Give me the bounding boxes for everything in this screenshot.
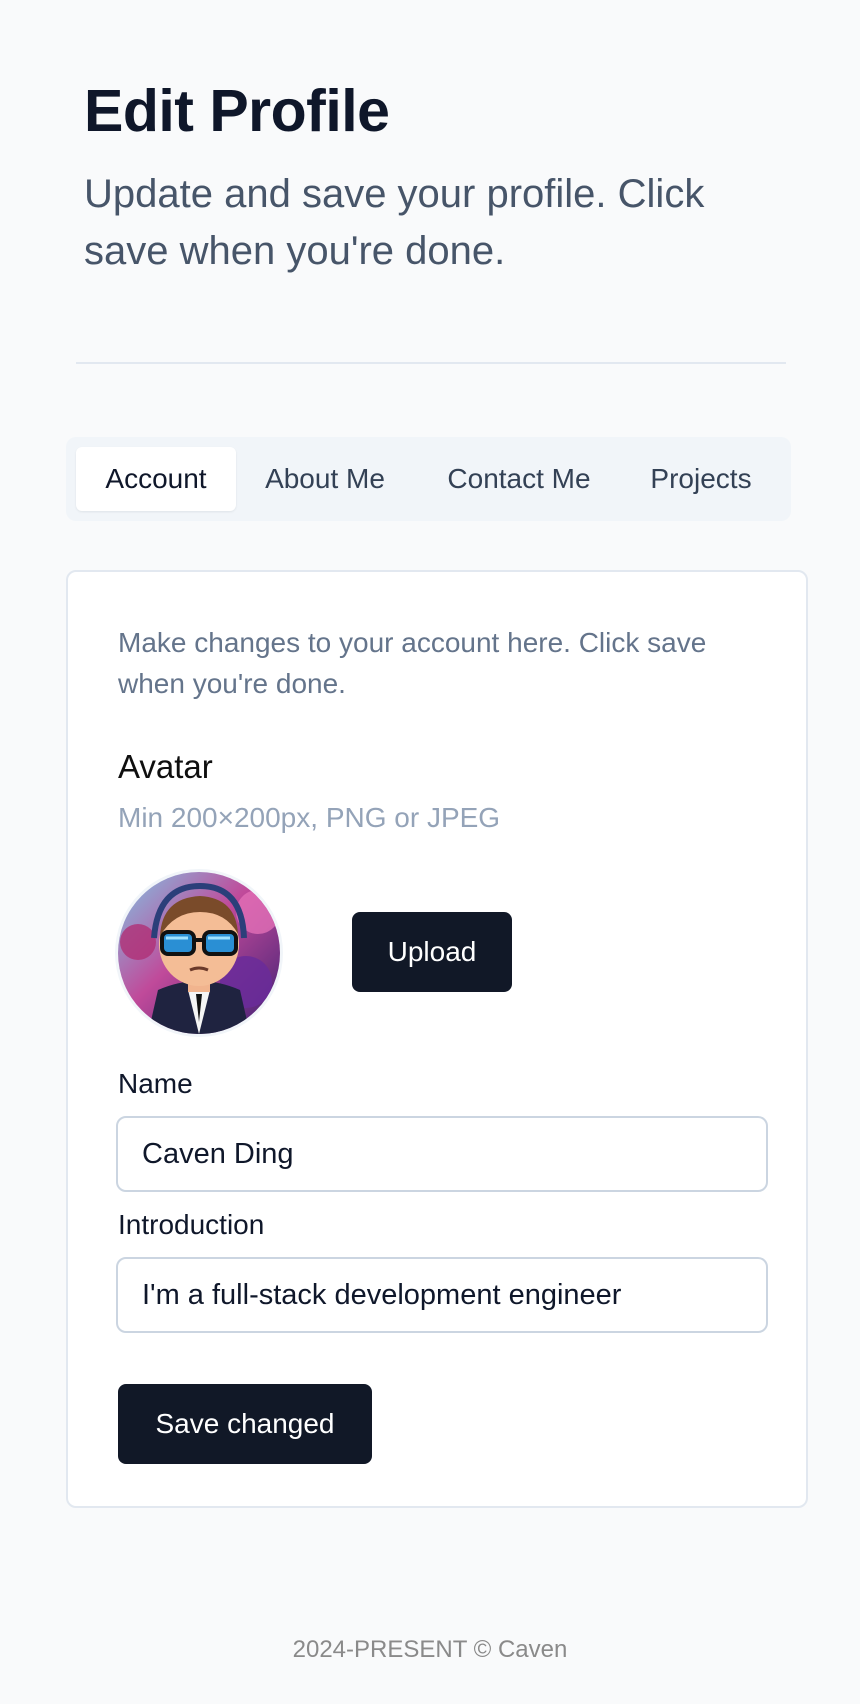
edit-profile-page: Edit Profile Update and save your profil… [0, 0, 860, 1704]
avatar [118, 872, 280, 1034]
introduction-field[interactable] [116, 1257, 768, 1333]
page-subtitle: Update and save your profile. Click save… [84, 172, 705, 273]
introduction-label: Introduction [118, 1209, 265, 1240]
tab-about-me[interactable]: About Me [236, 447, 414, 511]
header-divider [76, 362, 786, 364]
avatar-hint: Min 200×200px, PNG or JPEG [118, 802, 501, 833]
account-description: Make changes to your account here. Click… [118, 627, 707, 699]
page-header: Edit Profile Update and save your profil… [84, 72, 784, 280]
avatar-label: Avatar [118, 748, 213, 785]
avatar-image [118, 872, 280, 1034]
account-card: Make changes to your account here. Click… [66, 570, 808, 1508]
tab-contact-me[interactable]: Contact Me [414, 447, 624, 511]
upload-button[interactable]: Upload [352, 912, 512, 992]
tab-projects[interactable]: Projects [624, 447, 778, 511]
page-title: Edit Profile [84, 78, 390, 144]
name-field[interactable] [116, 1116, 768, 1192]
save-button[interactable]: Save changed [118, 1384, 372, 1464]
profile-tabs: Account About Me Contact Me Projects [66, 437, 791, 521]
footer-copyright: 2024-PRESENT © Caven [292, 1636, 568, 1663]
name-label: Name [118, 1068, 193, 1099]
tab-account[interactable]: Account [76, 447, 236, 511]
